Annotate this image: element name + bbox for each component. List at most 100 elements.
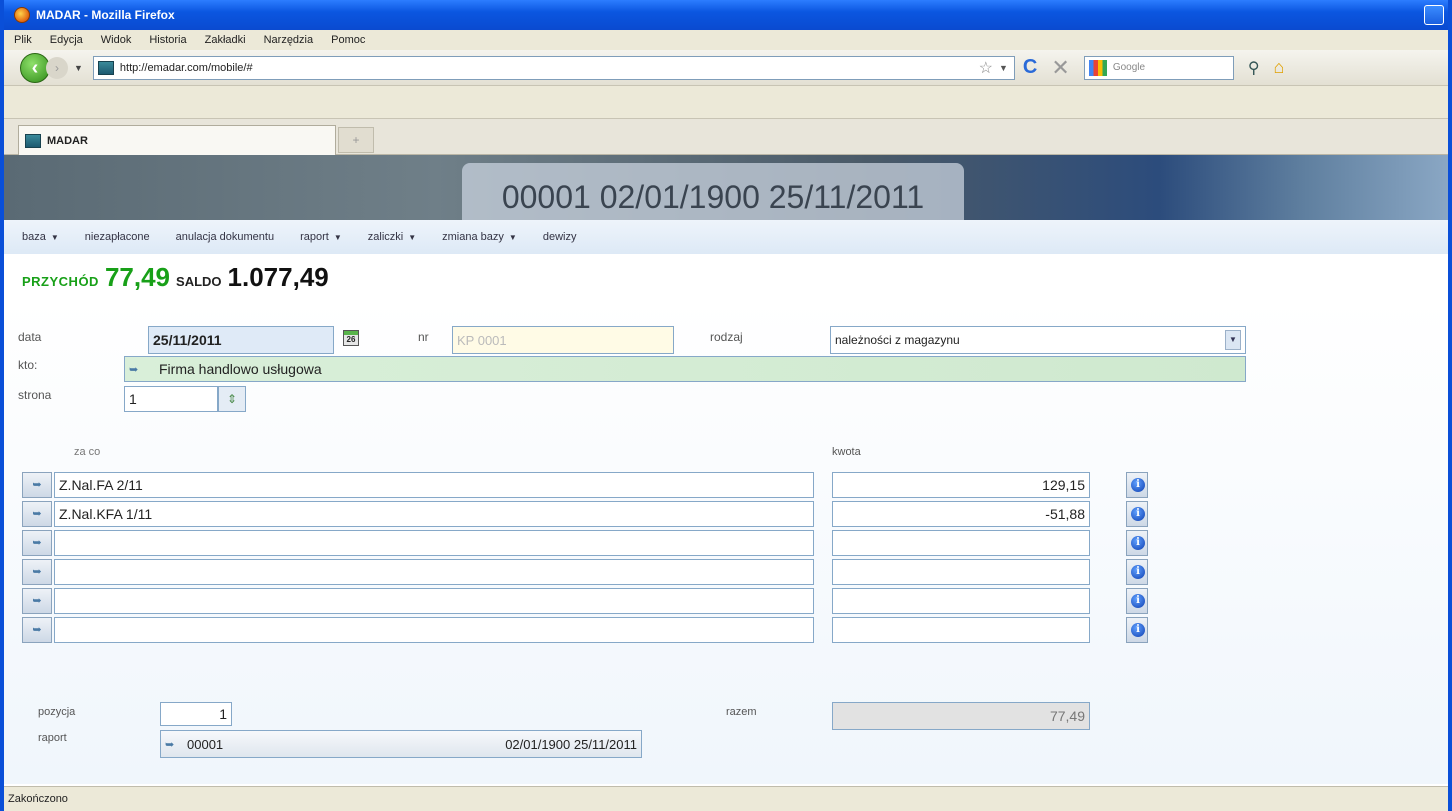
new-tab-button[interactable]: + (338, 127, 374, 153)
appmenu-anulacja[interactable]: anulacja dokumentu (176, 231, 274, 243)
info-icon: i (1131, 507, 1145, 521)
strona-field[interactable]: 1 (124, 386, 218, 412)
row-kwota-field[interactable] (832, 588, 1090, 614)
razem-field: 77,49 (832, 702, 1090, 730)
kto-label: kto: (18, 358, 38, 372)
app-banner: 00001 02/01/1900 25/11/2011 (4, 155, 1448, 220)
row-expand-icon[interactable]: ➥ (22, 559, 52, 585)
kto-field[interactable]: ➥ Firma handlowo usługowa (124, 356, 1246, 382)
info-button[interactable]: i (1126, 472, 1148, 498)
strona-stepper-icon[interactable]: ⇕ (218, 386, 246, 412)
rodzaj-label: rodzaj (710, 330, 743, 344)
raport-dates: 02/01/1900 25/11/2011 (505, 736, 637, 752)
row-kwota-field[interactable] (832, 617, 1090, 643)
chevron-down-icon: ▼ (508, 233, 517, 242)
info-icon: i (1131, 594, 1145, 608)
search-go-icon[interactable]: ⚲ (1248, 58, 1260, 78)
toolbar-spacer (4, 86, 1448, 118)
menu-bar: Plik Edycja Widok Historia Zakładki Narz… (4, 30, 1448, 50)
window-restore-button[interactable] (1424, 5, 1444, 25)
pozycja-label: pozycja (38, 706, 76, 718)
info-button[interactable]: i (1126, 501, 1148, 527)
razem-label: razem (726, 706, 757, 718)
date-field[interactable]: 25/11/2011 (148, 326, 334, 354)
browser-window: MADAR - Mozilla Firefox Plik Edycja Wido… (0, 0, 1452, 811)
navigation-toolbar: ‹ › ▼ http://emadar.com/mobile/# ☆ ▼ C ✕… (4, 50, 1448, 86)
menu-narzedzia[interactable]: Narzędzia (264, 34, 314, 46)
info-button[interactable]: i (1126, 617, 1148, 643)
row-expand-icon[interactable]: ➥ (22, 617, 52, 643)
chevron-down-icon: ▼ (333, 233, 342, 242)
menu-widok[interactable]: Widok (101, 34, 132, 46)
bookmark-star-icon[interactable]: ☆ (979, 58, 993, 78)
przychod-value: 77,49 (104, 262, 171, 292)
info-button[interactable]: i (1126, 530, 1148, 556)
appmenu-niezaplacone[interactable]: niezapłacone (85, 231, 150, 243)
appmenu-zmiana-bazy[interactable]: zmiana bazy ▼ (442, 231, 517, 243)
url-dropdown-icon[interactable]: ▼ (999, 63, 1008, 73)
google-icon (1088, 59, 1107, 76)
pozycja-field[interactable]: 1 (160, 702, 232, 726)
info-button[interactable]: i (1126, 588, 1148, 614)
appmenu-raport[interactable]: raport ▼ (300, 231, 342, 243)
reload-icon[interactable]: C (1023, 56, 1037, 79)
site-favicon (97, 60, 114, 75)
menu-pomoc[interactable]: Pomoc (331, 34, 365, 46)
info-icon: i (1131, 536, 1145, 550)
row-kwota-field[interactable]: 129,15 (832, 472, 1090, 498)
home-icon[interactable]: ⌂ (1274, 57, 1285, 78)
strona-label: strona (18, 388, 52, 402)
row-zaco-field[interactable] (54, 617, 814, 643)
row-zaco-field[interactable] (54, 559, 814, 585)
appmenu-zaliczki[interactable]: zaliczki ▼ (368, 231, 416, 243)
tab-madar[interactable]: MADAR (18, 125, 336, 155)
app-menu: baza ▼ niezapłacone anulacja dokumentu ra… (4, 220, 1448, 254)
raport-label: raport (38, 732, 67, 744)
tab-favicon (25, 133, 41, 148)
expand-arrow-icon: ➥ (165, 738, 175, 751)
col-kwota-header: kwota (832, 446, 861, 458)
row-expand-icon[interactable]: ➥ (22, 472, 52, 498)
raport-select[interactable]: ➥ 00001 02/01/1900 25/11/2011 (160, 730, 642, 758)
stop-icon[interactable]: ✕ (1051, 55, 1069, 81)
menu-zakladki[interactable]: Zakładki (205, 34, 246, 46)
history-dropdown-icon[interactable]: ▼ (74, 63, 83, 73)
info-icon: i (1131, 565, 1145, 579)
row-kwota-field[interactable] (832, 559, 1090, 585)
firefox-icon (14, 7, 30, 23)
menu-historia[interactable]: Historia (149, 34, 186, 46)
menu-edycja[interactable]: Edycja (50, 34, 83, 46)
expand-arrow-icon[interactable]: ➥ (129, 363, 149, 376)
calendar-icon[interactable]: 26 (343, 330, 359, 346)
row-zaco-field[interactable]: Z.Nal.KFA 1/11 (54, 501, 814, 527)
row-expand-icon[interactable]: ➥ (22, 501, 52, 527)
nr-label: nr (418, 330, 429, 344)
title-bar: MADAR - Mozilla Firefox (4, 0, 1448, 30)
appmenu-dewizy[interactable]: dewizy (543, 231, 577, 243)
menu-plik[interactable]: Plik (14, 34, 32, 46)
form-area: data 25/11/2011 26 nr KP 0001 rodzaj nal… (4, 300, 1448, 784)
row-zaco-field[interactable]: Z.Nal.FA 2/11 (54, 472, 814, 498)
chevron-down-icon[interactable]: ▼ (1225, 330, 1241, 350)
row-expand-icon[interactable]: ➥ (22, 530, 52, 556)
row-kwota-field[interactable] (832, 530, 1090, 556)
col-zaco-header: za co (74, 446, 101, 458)
appmenu-baza[interactable]: baza ▼ (22, 231, 59, 243)
saldo-value: 1.077,49 (227, 262, 329, 292)
raport-number: 00001 (187, 736, 224, 752)
row-zaco-field[interactable] (54, 530, 814, 556)
info-button[interactable]: i (1126, 559, 1148, 585)
nr-field[interactable]: KP 0001 (452, 326, 674, 354)
row-kwota-field[interactable]: -51,88 (832, 501, 1090, 527)
search-input[interactable]: Google (1083, 55, 1234, 80)
status-bar: Zakończono (4, 786, 1448, 811)
rodzaj-select[interactable]: należności z magazynu ▼ (830, 326, 1246, 354)
forward-button[interactable]: › (46, 56, 68, 79)
row-expand-icon[interactable]: ➥ (22, 588, 52, 614)
data-label: data (18, 330, 42, 344)
banner-title: 00001 02/01/1900 25/11/2011 (462, 163, 964, 220)
url-text: http://emadar.com/mobile/# (119, 61, 253, 74)
przychod-label: PRZYCHÓD (22, 274, 99, 289)
address-bar[interactable]: http://emadar.com/mobile/# ☆ ▼ (92, 55, 1015, 80)
row-zaco-field[interactable] (54, 588, 814, 614)
